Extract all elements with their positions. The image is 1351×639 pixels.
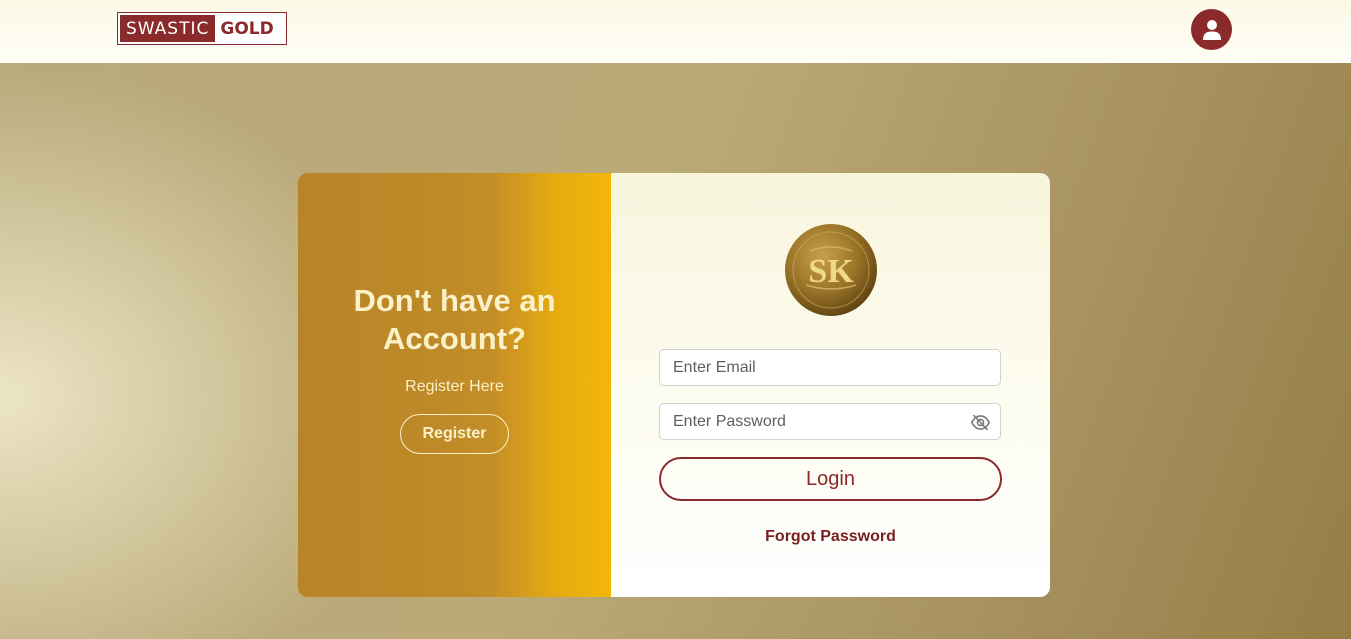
register-panel: Don't have an Account? Register Here Reg…: [298, 173, 611, 597]
user-icon: [1202, 19, 1221, 40]
profile-button[interactable]: [1191, 9, 1232, 50]
brand-logo[interactable]: SWASTIC GOLD: [117, 12, 287, 45]
email-placeholder: Enter Email: [673, 358, 756, 376]
sk-coin-logo: SK: [785, 224, 877, 316]
top-nav: SWASTIC GOLD: [0, 0, 1351, 63]
eye-off-icon[interactable]: [970, 412, 991, 433]
logo-text-left: SWASTIC: [120, 15, 216, 42]
coin-monogram: SK: [808, 253, 854, 290]
register-subtitle: Register Here: [405, 378, 504, 395]
login-button[interactable]: Login: [659, 457, 1002, 501]
register-button[interactable]: Register: [400, 414, 509, 454]
logo-text-right: GOLD: [220, 18, 274, 39]
register-heading: Don't have an Account?: [353, 283, 556, 356]
auth-card: Don't have an Account? Register Here Reg…: [298, 173, 1050, 597]
login-panel: SK Enter Email Enter Password Login Forg…: [611, 173, 1050, 597]
password-placeholder: Enter Password: [673, 412, 786, 430]
forgot-password-link[interactable]: Forgot Password: [659, 528, 1002, 546]
email-field[interactable]: Enter Email: [659, 349, 1001, 386]
password-field[interactable]: Enter Password: [659, 403, 1001, 440]
